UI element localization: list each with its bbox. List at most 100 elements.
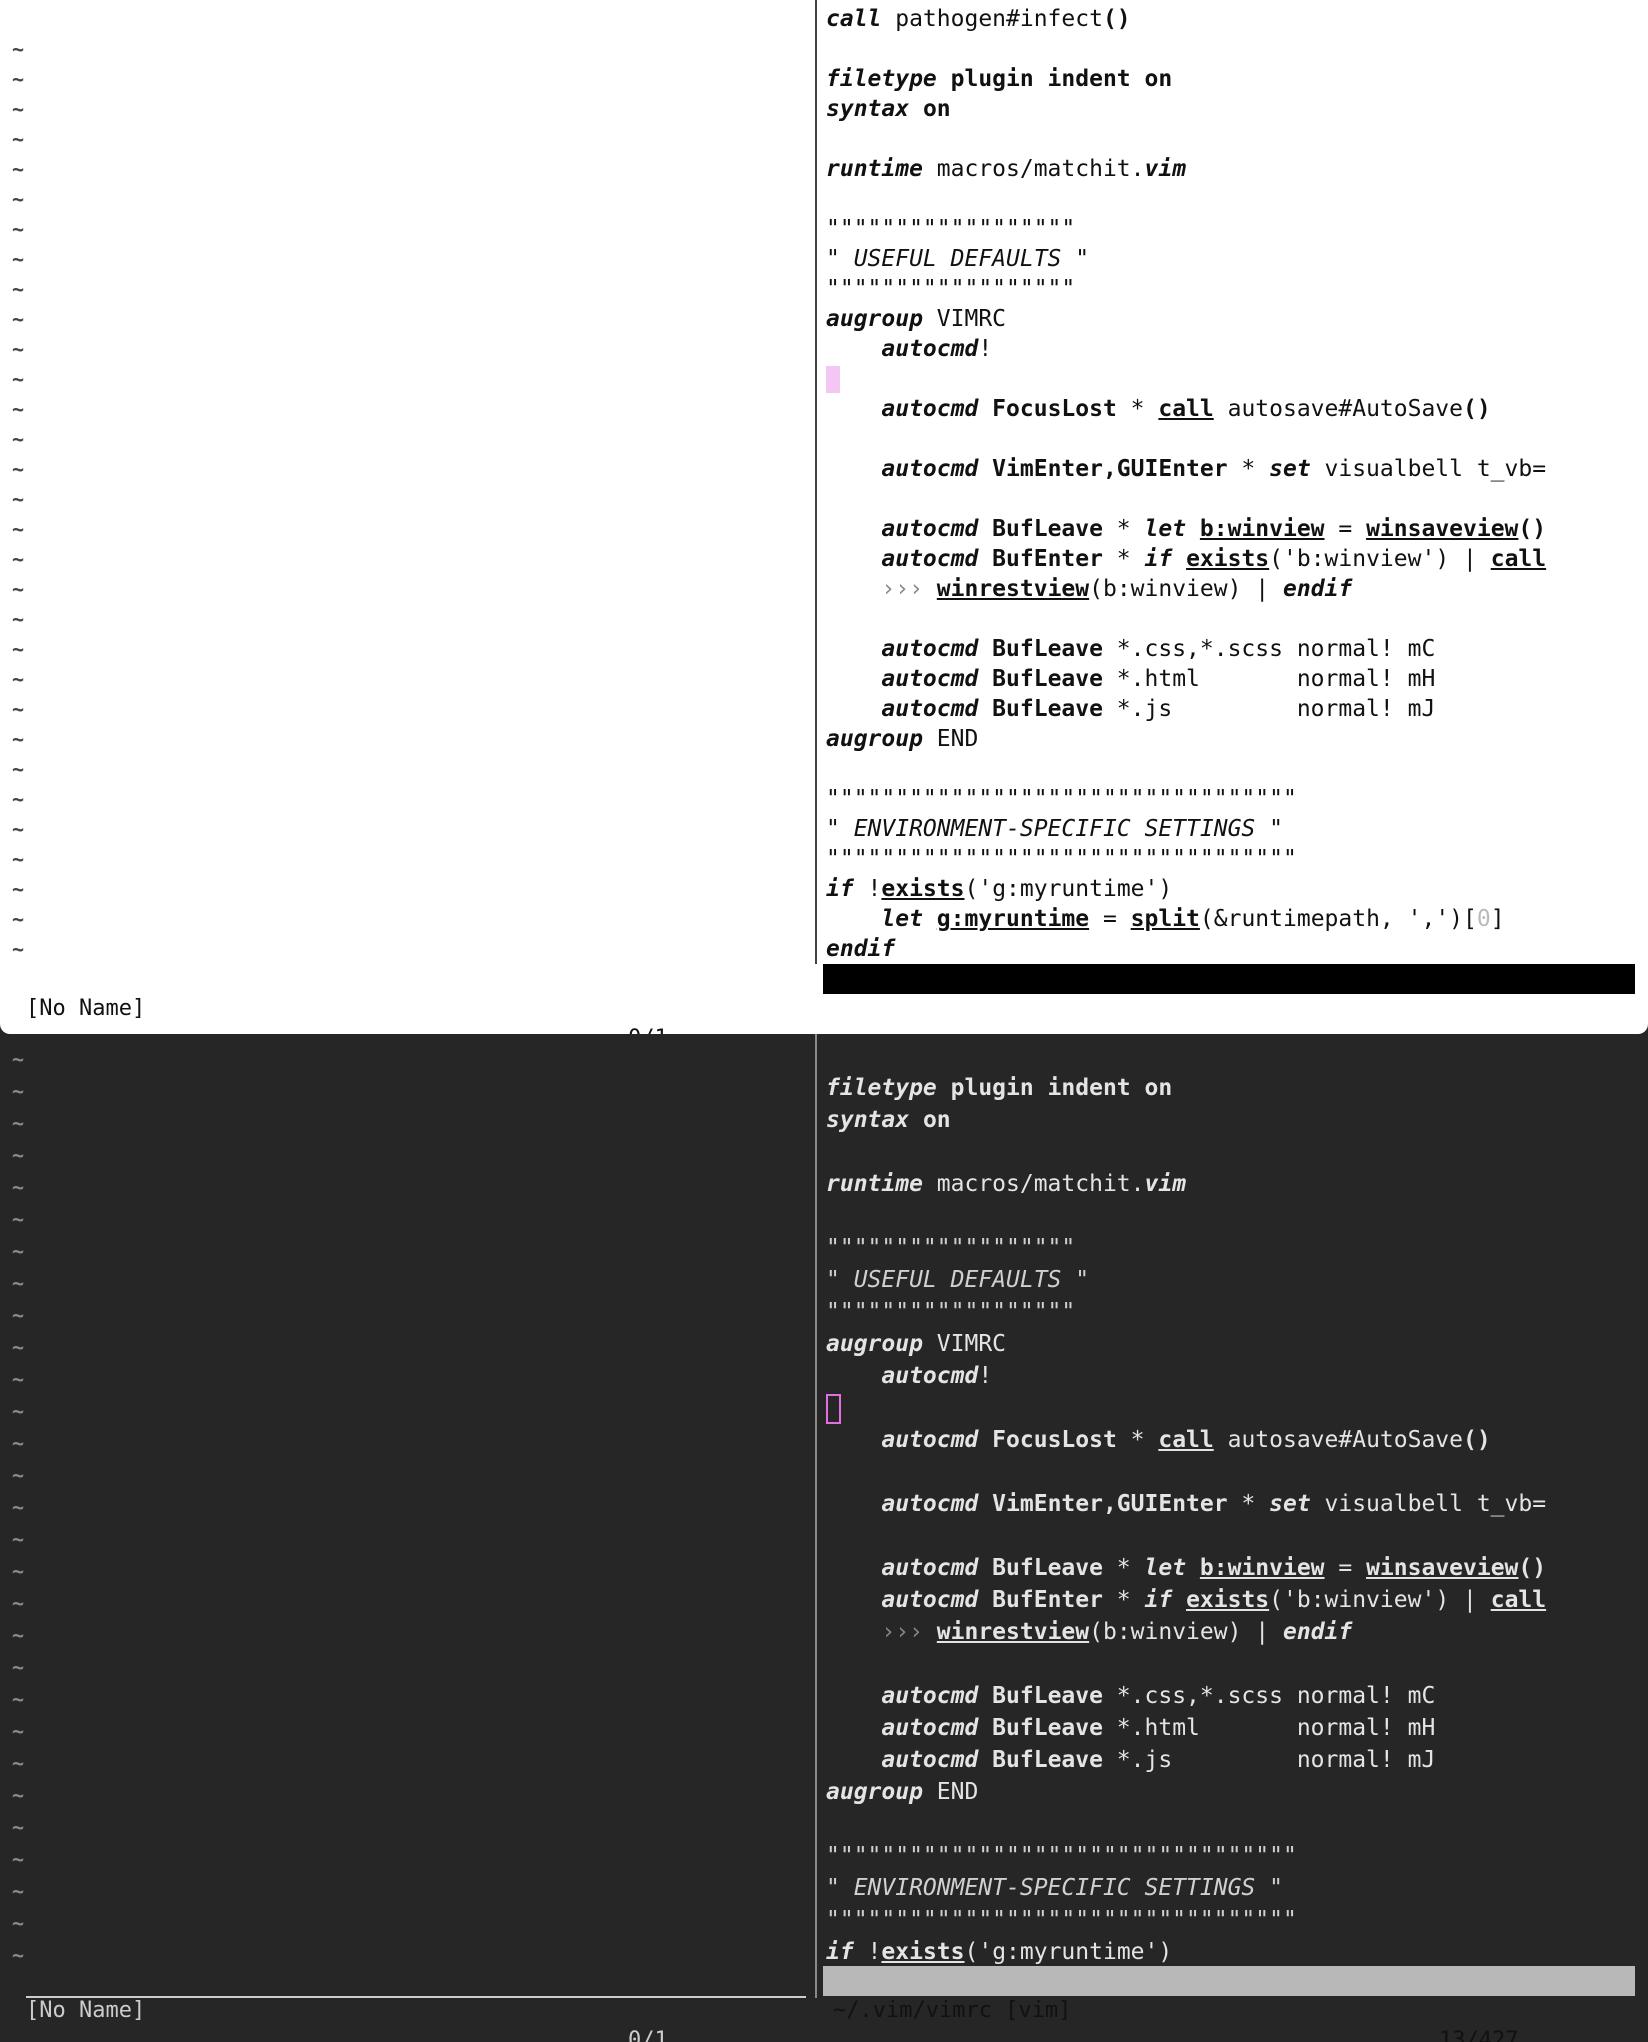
empty-line-tilde: ~ [12,1911,25,1935]
comment-line: """""""""""""""""" [826,1235,1076,1261]
empty-line-tilde: ~ [12,787,25,811]
empty-line-tilde: ~ [12,817,25,841]
empty-line-tilde: ~ [12,1591,25,1615]
vim-window-light-theme: ~ ~ ~ ~ ~ ~ ~ ~ ~ ~ ~ ~ ~ ~ ~ ~ ~ ~ ~ ~ ~ ~ ~ ~ ~ ~ ~ ~ ~ ~ ~ call pat… [0,0,1648,1034]
code-line: syntax on [826,96,951,122]
empty-line-tilde: ~ [12,367,25,391]
code-line: let g:myruntime = split(&runtimepath, ',… [881,906,1505,932]
empty-line-tilde: ~ [12,247,25,271]
empty-line-tilde: ~ [12,397,25,421]
empty-line-tilde: ~ [12,1111,25,1135]
text-cursor [826,1393,841,1424]
wrapped-line: ››› winrestview(b:winview) | endif [881,1619,1353,1645]
empty-line-tilde: ~ [12,427,25,451]
code-line: syntax on [826,1107,951,1133]
empty-line-tilde: ~ [12,1943,25,1967]
code-line: autocmd VimEnter,GUIEnter * set visualbe… [881,1491,1547,1517]
code-line: autocmd BufLeave *.css,*.scss normal! mC [881,1683,1436,1709]
comment-line: " USEFUL DEFAULTS " [826,246,1090,272]
empty-line-tilde: ~ [12,1335,25,1359]
code-line: augroup END [826,1779,979,1805]
empty-line-tilde: ~ [12,1879,25,1903]
empty-line-tilde: ~ [12,1431,25,1455]
comment-line: " USEFUL DEFAULTS " [826,1267,1090,1293]
empty-line-tilde: ~ [12,1207,25,1231]
empty-line-tilde: ~ [12,217,25,241]
status-line-position: 0/1 [628,1024,668,1034]
statusline-no-name[interactable]: [No Name] 0/1 0 [26,964,806,1034]
code-line: runtime macros/matchit.vim [826,1171,1187,1197]
empty-line-tilde: ~ [12,37,25,61]
status-filename: [No Name] [26,1998,146,2023]
empty-line-tilde: ~ [12,1687,25,1711]
empty-line-tilde: ~ [12,727,25,751]
comment-line: """""""""""""""""" [826,216,1076,242]
empty-line-tilde: ~ [12,1079,25,1103]
empty-line-tilde: ~ [12,1303,25,1327]
code-line: autocmd! [881,1363,993,1389]
empty-line-tilde: ~ [12,1783,25,1807]
empty-line-tilde: ~ [12,337,25,361]
comment-line: """""""""""""""""""""""""""""""""" [826,1843,1297,1869]
vim-window-dark-theme: ~~~~~~~~~~~~~~~~~~~~~~~~~~~~~ call patho… [0,1000,1648,2042]
code-line: filetype plugin indent on [826,1075,1173,1101]
comment-line: """""""""""""""""" [826,1299,1076,1325]
statusline-vimrc-active[interactable]: ~/.vim/vimrc [vim] 13/427 0 [823,964,1635,1034]
code-line: autocmd BufLeave *.html normal! mH [881,666,1436,692]
empty-line-tilde: ~ [12,607,25,631]
empty-line-tilde: ~ [12,157,25,181]
empty-line-tilde: ~ [12,697,25,721]
status-line-position: 0/1 [628,2028,668,2042]
empty-line-tilde: ~ [12,757,25,781]
empty-line-tilde: ~ [12,937,25,961]
vertical-split-separator[interactable] [815,1030,817,1998]
status-filename: ~/.vim/vimrc [vim] [833,1998,1072,2023]
code-line: autocmd BufLeave * let b:winview = winsa… [881,516,1547,542]
empty-line-tilde: ~ [12,847,25,871]
code-line: if !exists('g:myruntime') [826,1939,1173,1965]
code-line: endif [826,936,896,962]
code-line: call pathogen#infect() [826,6,1131,32]
empty-line-tilde: ~ [12,1143,25,1167]
empty-line-tilde: ~ [12,1527,25,1551]
empty-line-tilde: ~ [12,97,25,121]
code-line [826,1393,841,1424]
statusline-vimrc-active[interactable]: ~/.vim/vimrc [vim] 13/427 0 [823,1966,1635,2042]
empty-line-tilde: ~ [12,1047,25,1071]
empty-line-tilde: ~ [12,1175,25,1199]
empty-line-tilde: ~ [12,307,25,331]
empty-line-tilde: ~ [12,1623,25,1647]
empty-line-tilde: ~ [12,1559,25,1583]
empty-line-tilde: ~ [12,1399,25,1423]
code-line [826,364,840,394]
code-line: autocmd BufEnter * if exists('b:winview'… [881,1587,1547,1613]
status-filename: ~/.vim/vimrc [vim] [833,996,1072,1021]
code-line: autocmd BufLeave *.js normal! mJ [881,696,1436,722]
wrapped-line: ››› winrestview(b:winview) | endif [881,576,1353,602]
code-line: augroup VIMRC [826,1331,1007,1357]
empty-line-tilde: ~ [12,1655,25,1679]
comment-line: """""""""""""""""""""""""""""""""" [826,1907,1297,1933]
code-line: autocmd BufLeave *.html normal! mH [881,1715,1436,1741]
empty-line-tilde: ~ [12,1239,25,1263]
empty-line-tilde: ~ [12,1367,25,1391]
empty-line-tilde: ~ [12,577,25,601]
code-line: augroup VIMRC [826,306,1007,332]
vertical-split-separator[interactable] [815,0,817,964]
code-line: autocmd BufEnter * if exists('b:winview'… [881,546,1547,572]
empty-line-tilde: ~ [12,277,25,301]
empty-line-tilde: ~ [12,487,25,511]
code-line: runtime macros/matchit.vim [826,156,1187,182]
empty-line-tilde: ~ [12,457,25,481]
status-filename: [No Name] [26,996,146,1021]
code-line: autocmd FocusLost * call autosave#AutoSa… [881,1427,1491,1453]
status-line-position: 13/427 [1439,2028,1519,2042]
comment-line: " ENVIRONMENT-SPECIFIC SETTINGS " [826,1875,1283,1901]
empty-line-tilde: ~ [12,547,25,571]
empty-line-tilde: ~ [12,1463,25,1487]
empty-line-tilde: ~ [12,1495,25,1519]
empty-line-tilde: ~ [12,1719,25,1743]
empty-line-tilde: ~ [12,1815,25,1839]
code-line: autocmd! [881,336,993,362]
statusline-no-name[interactable]: [No Name] 0/1 0 [26,1966,806,2042]
